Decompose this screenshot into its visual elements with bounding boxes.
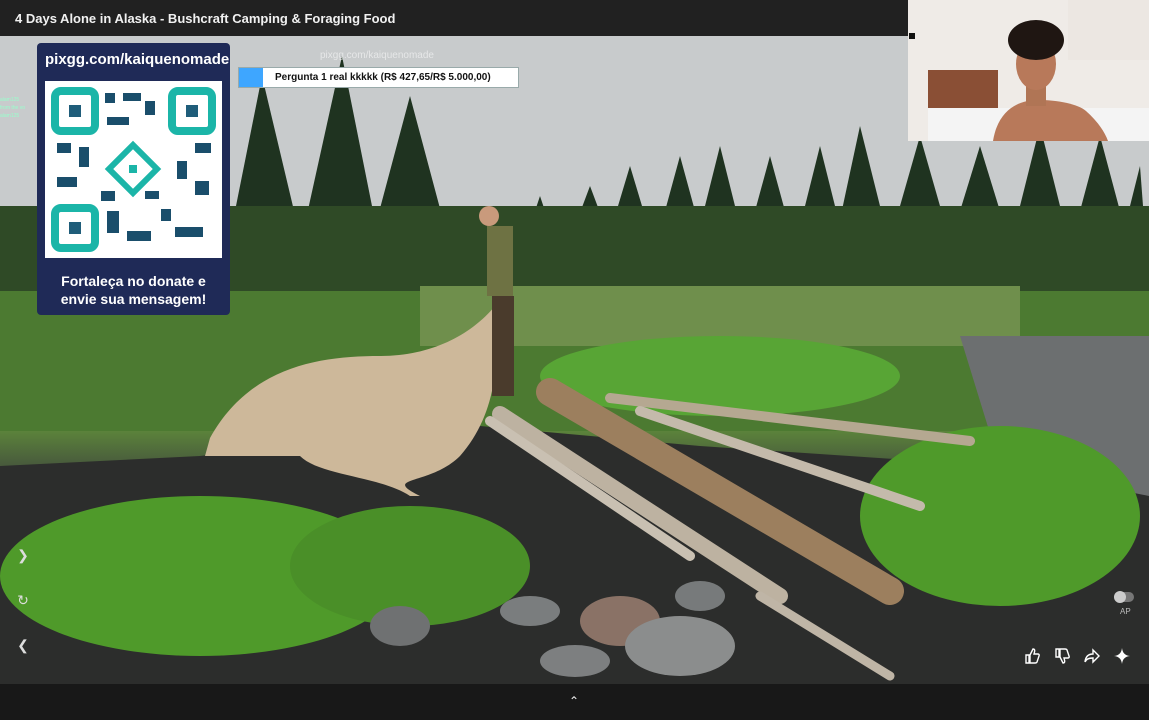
goal-progress-fill — [239, 68, 263, 87]
action-buttons — [1021, 643, 1139, 669]
pix-donate-card: pixgg.com/kaiquenomade Fortaleça no dona… — [37, 43, 230, 315]
sparkle-icon — [1114, 648, 1130, 664]
replay-icon: ↻ — [17, 592, 29, 608]
replay-button[interactable]: ↻ — [14, 591, 32, 609]
next-button[interactable]: ❯ — [14, 546, 32, 564]
autoplay-toggle[interactable] — [1114, 591, 1134, 603]
chevron-up-icon: ⌃ — [568, 694, 580, 708]
donate-message-line: Fortaleça no donate e — [61, 273, 206, 289]
chat-line: from the vo — [0, 105, 26, 111]
chat-line: alam125 — [0, 97, 20, 103]
pix-url: pixgg.com/kaiquenomade — [45, 51, 230, 68]
webcam-overlay — [908, 0, 1149, 141]
donation-goal-bar: Pergunta 1 real kkkkk (R$ 427,65/R$ 5.00… — [238, 67, 519, 88]
previous-button[interactable]: ❮ — [14, 636, 32, 654]
autoplay-toggle-knob — [1114, 591, 1126, 603]
dislike-button[interactable] — [1051, 645, 1073, 667]
webcam-frame — [908, 0, 1149, 141]
chat-line: alam125 — [0, 113, 20, 119]
chevron-left-icon: ❮ — [17, 637, 29, 653]
goal-text: Pergunta 1 real kkkkk (R$ 427,65/R$ 5.00… — [275, 72, 491, 83]
thumb-down-icon — [1055, 648, 1070, 664]
share-button[interactable] — [1081, 645, 1103, 667]
autoplay-label: AP — [1120, 607, 1131, 616]
thumb-up-icon — [1025, 648, 1040, 664]
qr-code-icon — [45, 81, 222, 258]
indicator-dot — [909, 33, 915, 39]
expand-button[interactable]: ⌃ — [566, 694, 582, 710]
donate-message: Fortaleça no donate e envie sua mensagem… — [41, 272, 226, 308]
like-button[interactable] — [1021, 645, 1043, 667]
donate-message-line: envie sua mensagem! — [60, 291, 207, 307]
ask-button[interactable] — [1111, 645, 1133, 667]
video-title: 4 Days Alone in Alaska - Bushcraft Campi… — [15, 10, 396, 26]
ghost-url-text: pixgg.com/kaiquenomade — [320, 50, 434, 61]
chevron-right-icon: ❯ — [17, 547, 29, 563]
share-icon — [1084, 648, 1100, 664]
chat-overlay: alam125 from the vo alam125 — [0, 96, 38, 140]
